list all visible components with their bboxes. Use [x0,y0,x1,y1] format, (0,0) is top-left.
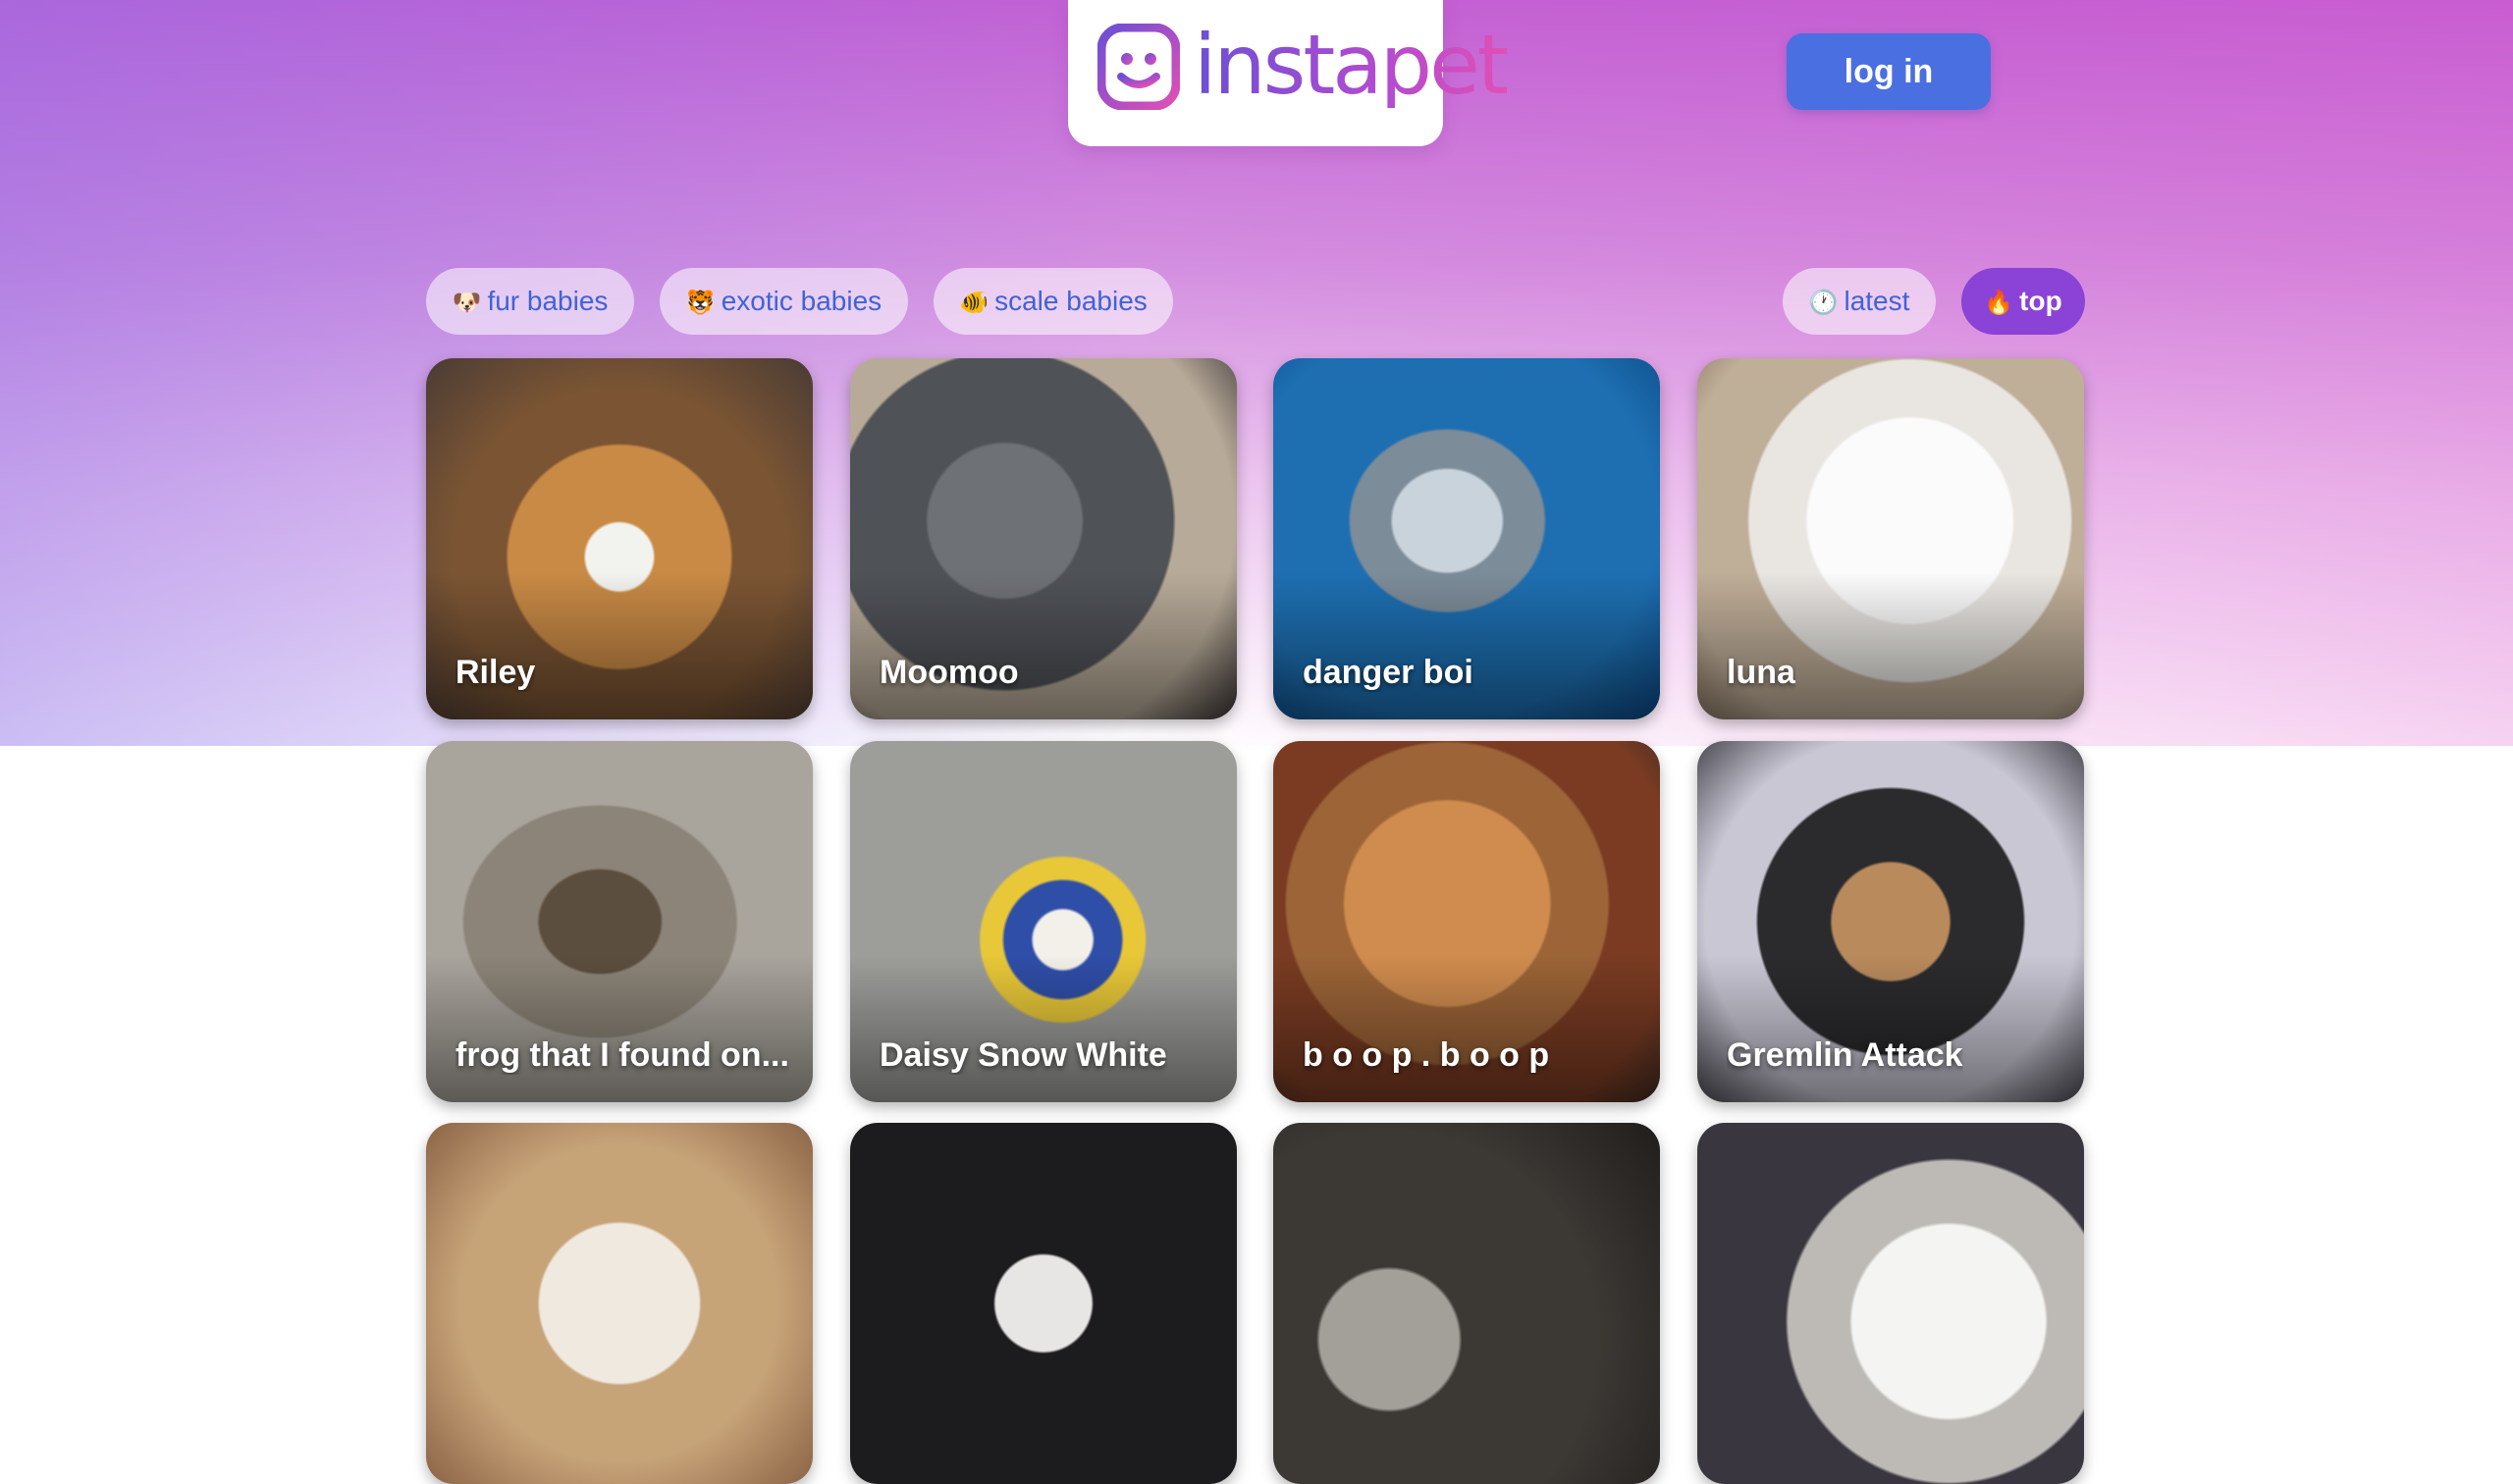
pet-card[interactable] [426,1123,813,1484]
pet-name: Moomoo [880,654,1019,691]
pet-card[interactable]: luna [1697,358,2084,719]
pet-card[interactable]: Daisy Snow White [850,741,1237,1102]
category-label: scale babies [994,286,1148,316]
pet-photo [1697,1123,2084,1484]
pet-photo [426,1123,813,1484]
pet-card[interactable] [1273,1123,1660,1484]
pet-name: frog that I found on... [455,1036,789,1074]
caption-shade [1273,572,1660,719]
pet-name: danger boi [1303,654,1473,691]
caption-shade [850,572,1237,719]
logo-wordmark: instapet [1194,17,1510,113]
sort-latest[interactable]: 🕐 latest [1783,268,1936,335]
logo-face-icon [1097,24,1180,110]
pet-name: b o o p . b o o p [1303,1036,1550,1074]
pet-card[interactable]: Riley [426,358,813,719]
sort-top[interactable]: 🔥 top [1961,268,2085,335]
pet-card[interactable]: Gremlin Attack [1697,741,2084,1102]
tiger-icon: 🐯 [685,289,716,316]
caption-shade [426,955,813,1102]
caption-shade [1273,955,1660,1102]
pet-name: luna [1727,654,1795,691]
pet-photo [1273,1123,1660,1484]
pet-name: Gremlin Attack [1727,1036,1963,1074]
category-scale-babies[interactable]: 🐠 scale babies [934,268,1173,335]
sort-label: latest [1844,286,1910,316]
caption-shade [426,572,813,719]
category-fur-babies[interactable]: 🐶 fur babies [426,268,634,335]
caption-shade [1697,572,2084,719]
pet-card[interactable] [850,1123,1237,1484]
pet-name: Daisy Snow White [880,1036,1167,1074]
caption-shade [1697,955,2084,1102]
category-label: exotic babies [721,286,882,316]
logo-card[interactable]: instapet [1068,0,1510,146]
pet-photo [850,1123,1237,1484]
fish-icon: 🐠 [959,289,989,316]
fire-icon: 🔥 [1984,289,2014,316]
pet-card[interactable]: danger boi [1273,358,1660,719]
pet-card[interactable]: frog that I found on... [426,741,813,1102]
category-label: fur babies [487,286,609,316]
dog-icon: 🐶 [452,289,482,316]
pet-card[interactable]: Moomoo [850,358,1237,719]
pet-name: Riley [455,654,536,691]
sort-label: top [2019,286,2062,316]
caption-shade [850,955,1237,1102]
category-exotic-babies[interactable]: 🐯 exotic babies [660,268,908,335]
clock-icon: 🕐 [1808,289,1839,316]
pet-card[interactable]: b o o p . b o o p [1273,741,1660,1102]
pet-card[interactable] [1697,1123,2084,1484]
login-button[interactable]: log in [1787,33,1991,110]
